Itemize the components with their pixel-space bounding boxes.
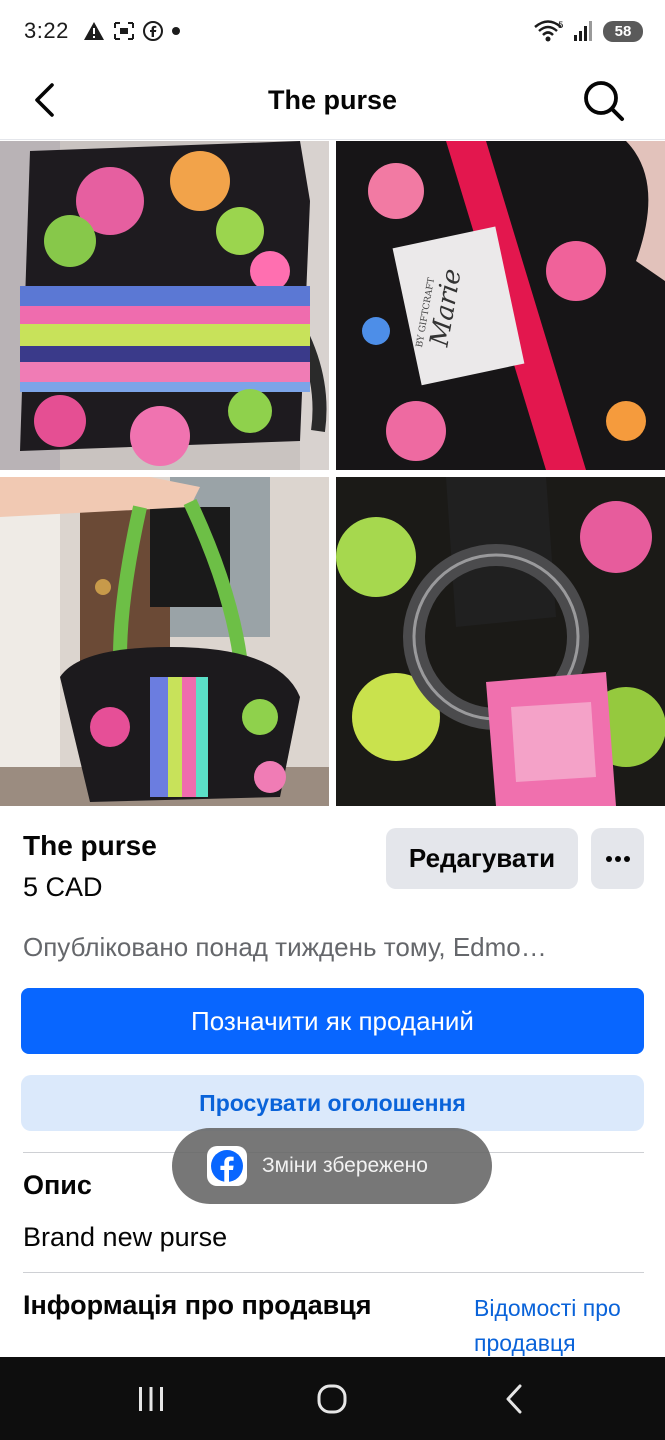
back-arrow-icon [35,83,54,117]
warning-icon [83,22,104,40]
home-button[interactable] [302,1369,362,1429]
saved-toast: Зміни збережено [172,1128,492,1204]
seller-info-heading: Інформація про продавця [23,1290,372,1320]
purse-held-image [0,477,329,806]
battery-indicator: 58 [603,20,643,42]
dot-icon [171,27,180,35]
seller-details-link[interactable]: Відомості про продавця [474,1291,654,1360]
published-info: Опубліковано понад тиждень тому, Edmo… [23,932,547,962]
label-image: Marie BY GIFTCRAFT [336,141,665,470]
system-back-button[interactable] [484,1369,544,1429]
divider [23,1272,644,1273]
home-icon [317,1384,347,1413]
back-button[interactable] [24,80,64,120]
listing-photo-3[interactable] [0,477,329,806]
notification-icons [83,21,181,41]
listing-photo-4[interactable] [336,477,665,806]
system-nav-bar [0,1357,665,1440]
promote-listing-button[interactable]: Просувати оголошення [21,1075,644,1131]
description-text: Brand new purse [23,1222,228,1252]
facebook-notification-icon [142,21,163,41]
search-icon [584,81,624,121]
recent-apps-button[interactable] [121,1369,181,1429]
signal-icon [574,21,592,41]
system-back-icon [506,1384,522,1413]
more-options-button[interactable] [591,828,644,889]
toast-message: Зміни збережено [262,1154,428,1177]
recent-apps-icon [138,1386,163,1411]
listing-title: The purse [23,830,157,861]
edit-button[interactable]: Редагувати [386,828,578,889]
page-title: The purse [267,85,398,115]
app-header: The purse [0,62,665,140]
listing-photo-1[interactable] [0,141,329,470]
wifi-icon: 5 [534,20,564,42]
facebook-icon [207,1146,247,1186]
status-time: 3:22 [24,18,69,43]
screenshot-icon [113,22,134,40]
mark-as-sold-button[interactable]: Позначити як проданий [21,988,644,1054]
svg-text:5: 5 [558,21,564,31]
listing-price: 5 CAD [23,872,103,902]
floral-purse-image [0,141,329,470]
status-bar: 3:22 5 58 [0,0,665,62]
more-dots-icon [605,855,630,862]
search-button[interactable] [581,78,627,124]
ring-closeup-image [336,477,665,806]
description-heading: Опис [23,1170,92,1200]
status-right: 5 58 [533,19,643,43]
listing-photo-2[interactable]: Marie BY GIFTCRAFT [336,141,665,470]
